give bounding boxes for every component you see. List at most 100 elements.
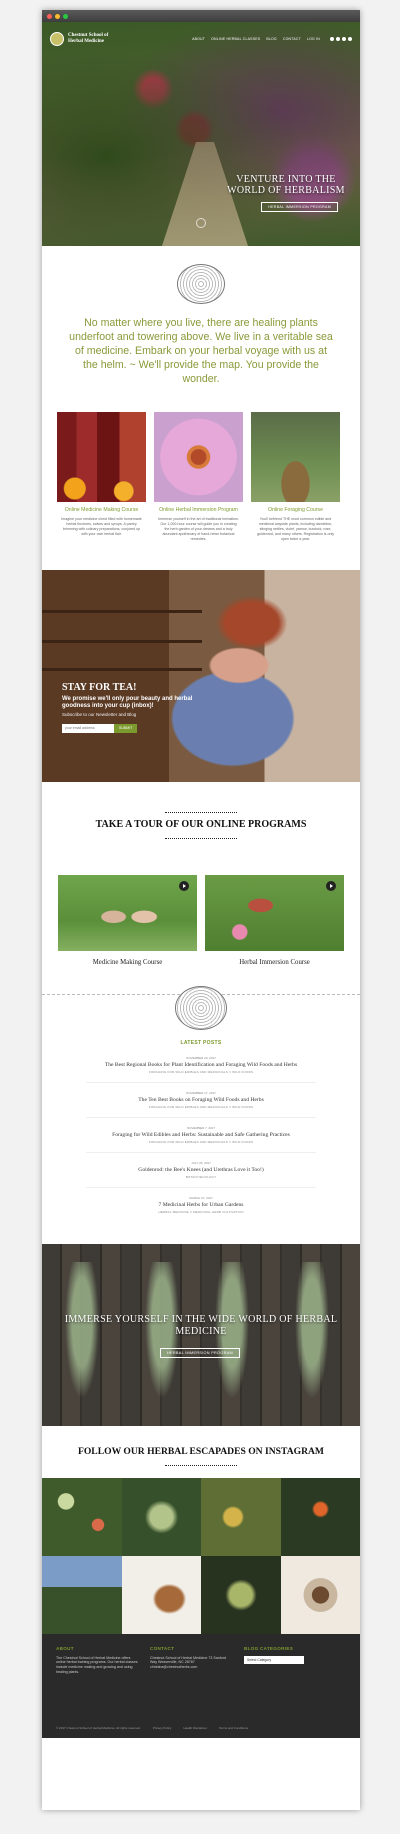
youtube-icon[interactable]	[348, 37, 352, 41]
hero-title: VENTURE INTO THE WORLD OF HERBALISM	[227, 174, 345, 196]
latest-posts: LATEST POSTS NOVEMBER 20, 2017 The Best …	[42, 1040, 360, 1222]
dotted-divider	[165, 837, 237, 839]
maximize-window-button[interactable]	[63, 13, 68, 19]
pinterest-icon[interactable]	[342, 37, 346, 41]
post-title[interactable]: The Best Regional Books for Plant Identi…	[86, 1062, 316, 1068]
post-title[interactable]: Goldenrod: the Bee's Knees (and Urethras…	[86, 1167, 316, 1173]
dotted-divider	[165, 1464, 237, 1466]
course-title[interactable]: Online Medicine Making Course	[57, 507, 146, 514]
nav-about[interactable]: ABOUT	[192, 37, 205, 41]
top-navigation: Chestnut School of Herbal Medicine ABOUT…	[42, 28, 360, 50]
video-thumbnail[interactable]	[58, 874, 197, 951]
immerse-section: IMMERSE YOURSELF IN THE WIDE WORLD OF HE…	[42, 1243, 360, 1426]
newsletter-title: STAY FOR TEA!	[62, 681, 137, 693]
latest-posts-heading: LATEST POSTS	[180, 1039, 222, 1046]
post-item[interactable]: NOVEMBER 17, 2017 The Ten Best Books on …	[86, 1091, 316, 1118]
social-icons	[330, 37, 352, 41]
post-category[interactable]: FORAGING FOR WILD EDIBLES AND MEDICINALS…	[86, 1105, 316, 1109]
post-item[interactable]: NOVEMBER 20, 2017 The Best Regional Book…	[86, 1056, 316, 1083]
post-category[interactable]: BOTANY/ECOLOGY	[86, 1175, 316, 1179]
post-title[interactable]: The Ten Best Books on Foraging Wild Food…	[86, 1097, 316, 1103]
immerse-title: IMMERSE YOURSELF IN THE WIDE WORLD OF HE…	[64, 1313, 338, 1337]
tour-title: TAKE A TOUR OF OUR ONLINE PROGRAMS	[95, 818, 307, 830]
newsletter-section: STAY FOR TEA! We promise we'll only pour…	[42, 569, 360, 782]
instagram-photo[interactable]	[121, 1477, 201, 1556]
post-date: JULY 25, 2017	[191, 1160, 211, 1165]
course-card[interactable]: Online Foraging Course You'll befriend T…	[251, 412, 340, 542]
logo-text: Chestnut School of Herbal Medicine	[68, 33, 109, 44]
instagram-photo[interactable]	[280, 1555, 360, 1634]
video-caption: Medicine Making Course	[92, 958, 163, 966]
footer-heading: BLOG CATEGORIES	[244, 1645, 294, 1651]
post-date: NOVEMBER 17, 2017	[186, 1090, 216, 1095]
instagram-photo[interactable]	[201, 1555, 281, 1634]
shelf-divider	[42, 667, 202, 671]
nav-contact[interactable]: CONTACT	[283, 37, 301, 41]
footer-contact: CONTACT Chestnut School of Herbal Medici…	[150, 1646, 232, 1675]
nav-log-in[interactable]: LOG IN	[307, 37, 320, 41]
post-category[interactable]: FORAGING FOR WILD EDIBLES AND MEDICINALS…	[86, 1140, 316, 1144]
video-card[interactable]: Medicine Making Course	[58, 874, 197, 966]
echinacea-image[interactable]	[154, 412, 243, 502]
post-category[interactable]: FORAGING FOR WILD EDIBLES AND MEDICINALS…	[86, 1070, 316, 1074]
footer-columns: ABOUT The Chestnut School of Herbal Medi…	[56, 1646, 346, 1675]
main-menu: ABOUT ONLINE HERBAL CLASSES BLOG CONTACT…	[192, 37, 352, 41]
submit-button[interactable]: SUBMIT	[114, 723, 138, 733]
footer-text: Chestnut School of Herbal Medicine 73 Sa…	[150, 1655, 226, 1670]
post-category[interactable]: HERBAL MEDICINE // MEDICINAL HERB CULTIV…	[86, 1210, 316, 1214]
instagram-photo[interactable]	[280, 1477, 360, 1556]
nav-blog[interactable]: BLOG	[266, 37, 277, 41]
instagram-icon[interactable]	[336, 37, 340, 41]
nav-online-herbal-classes[interactable]: ONLINE HERBAL CLASSES	[211, 37, 260, 41]
terms-link[interactable]: Terms and Conditions	[219, 1726, 248, 1730]
instagram-photo[interactable]	[121, 1555, 201, 1634]
medicine-making-image[interactable]	[57, 412, 146, 502]
post-date: NOVEMBER 7, 2017	[186, 1125, 215, 1130]
post-item[interactable]: JULY 25, 2017 Goldenrod: the Bee's Knees…	[86, 1161, 316, 1188]
video-caption: Herbal Immersion Course	[239, 958, 310, 966]
post-title[interactable]: 7 Medicinal Herbs for Urban Gardens	[86, 1202, 316, 1208]
section-divider	[42, 985, 360, 1032]
courses-row: Online Medicine Making Course Imagine yo…	[42, 412, 360, 542]
post-item[interactable]: MARCH 27, 2017 7 Medicinal Herbs for Urb…	[86, 1196, 316, 1222]
instagram-photo[interactable]	[201, 1477, 281, 1556]
newsletter-subtitle: We promise we'll only pour beauty and he…	[62, 695, 193, 710]
foraging-basket-image[interactable]	[251, 412, 340, 502]
site-footer: ABOUT The Chestnut School of Herbal Medi…	[42, 1633, 360, 1738]
health-disclaimer-link[interactable]: Health Disclaimer	[183, 1726, 207, 1730]
browser-window: Chestnut School of Herbal Medicine ABOUT…	[42, 10, 360, 1810]
email-field[interactable]	[62, 723, 114, 733]
video-card[interactable]: Herbal Immersion Course	[205, 874, 344, 966]
post-title[interactable]: Foraging for Wild Edibles and Herbs: Sus…	[86, 1132, 316, 1138]
course-card[interactable]: Online Medicine Making Course Imagine yo…	[57, 412, 146, 542]
course-description: Imagine your medicine chest filled with …	[61, 516, 142, 536]
site-logo[interactable]: Chestnut School of Herbal Medicine	[50, 32, 124, 46]
botanical-seal-icon	[175, 985, 227, 1030]
instagram-photo[interactable]	[42, 1477, 122, 1556]
play-icon[interactable]	[179, 880, 189, 891]
footer-about: ABOUT The Chestnut School of Herbal Medi…	[56, 1646, 138, 1675]
course-card[interactable]: Online Herbal Immersion Program Immerse …	[154, 412, 243, 542]
course-title[interactable]: Online Herbal Immersion Program	[154, 507, 243, 514]
course-description: Immerse yourself in the art of tradition…	[158, 516, 239, 541]
instagram-title: FOLLOW OUR HERBAL ESCAPADES ON INSTAGRAM	[77, 1445, 324, 1457]
immerse-program-button[interactable]: HERBAL IMMERSION PROGRAM	[160, 1347, 240, 1358]
hero-program-button[interactable]: HERBAL IMMERSION PROGRAM	[261, 202, 338, 212]
video-thumbnail[interactable]	[205, 874, 344, 951]
category-select[interactable]: Select Category	[244, 1655, 304, 1664]
course-title[interactable]: Online Foraging Course	[251, 507, 340, 514]
window-chrome	[42, 10, 360, 22]
minimize-window-button[interactable]	[55, 13, 60, 19]
logo-icon	[50, 32, 64, 46]
facebook-icon[interactable]	[330, 37, 334, 41]
scroll-down-icon[interactable]	[196, 218, 206, 228]
close-window-button[interactable]	[47, 13, 52, 19]
instagram-photo[interactable]	[42, 1555, 122, 1634]
play-icon[interactable]	[326, 880, 336, 891]
post-item[interactable]: NOVEMBER 7, 2017 Foraging for Wild Edibl…	[86, 1126, 316, 1153]
footer-heading: ABOUT	[56, 1645, 74, 1651]
newsletter-caption: Subscribe to our Newsletter and Blog	[62, 711, 137, 717]
tour-heading-block: TAKE A TOUR OF OUR ONLINE PROGRAMS	[42, 811, 360, 839]
footer-heading: CONTACT	[150, 1645, 175, 1651]
privacy-policy-link[interactable]: Privacy Policy	[153, 1726, 172, 1730]
